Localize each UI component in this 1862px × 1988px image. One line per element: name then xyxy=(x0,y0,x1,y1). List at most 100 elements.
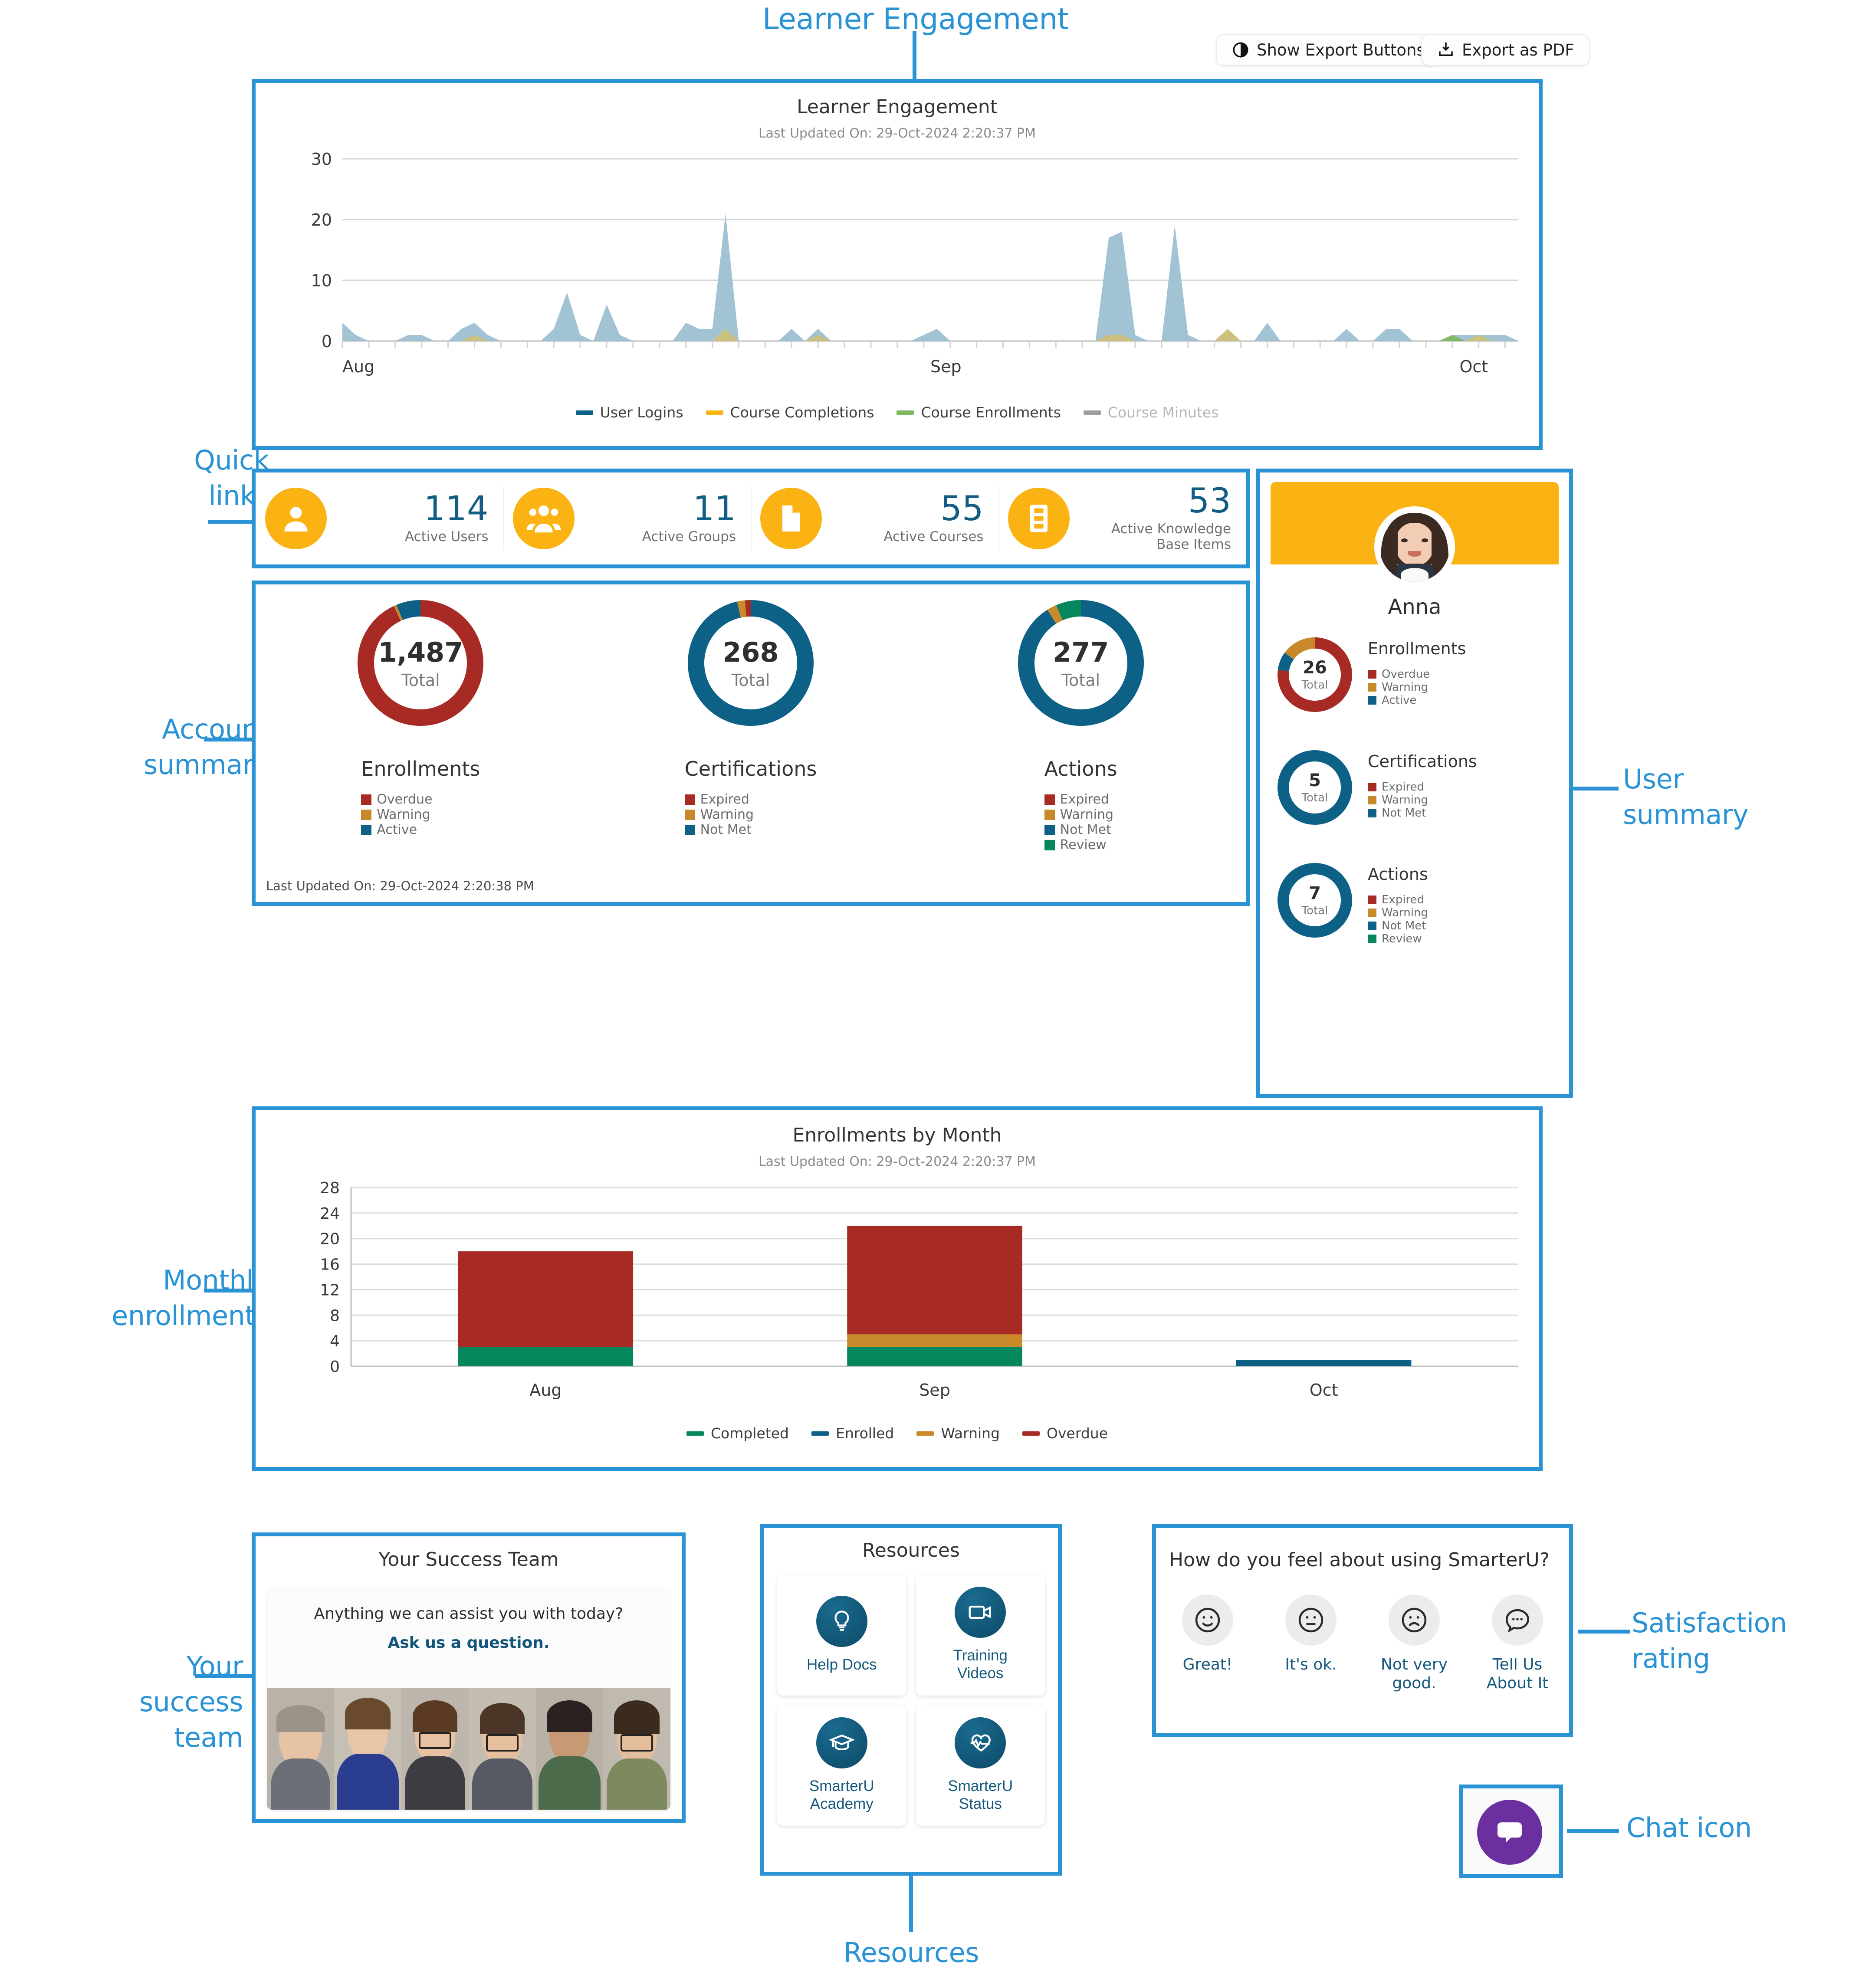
show-export-buttons-button[interactable]: Show Export Buttons xyxy=(1216,34,1441,66)
satisfaction-option-great[interactable]: Great! xyxy=(1164,1594,1251,1674)
quick-link-active-groups[interactable]: 11 Active Groups xyxy=(503,472,751,564)
resources-title: Resources xyxy=(862,1539,960,1562)
account-donut-actions[interactable]: 277 Total Actions Expired Warning Not Met Revi… xyxy=(916,600,1246,853)
donut-legend-item: Warning xyxy=(1368,794,1552,807)
bar-segment[interactable] xyxy=(847,1226,1022,1335)
smiley-sad-icon xyxy=(1389,1594,1440,1646)
legend-swatch xyxy=(916,1431,934,1436)
user-donut-actions[interactable]: 7 Total Actions Expired Warning Not Met Review xyxy=(1260,863,1569,945)
x-axis-tick: Sep xyxy=(919,1381,950,1400)
download-icon xyxy=(1439,42,1453,56)
annotation-resources: Resources xyxy=(843,1937,979,1968)
user-donut-enrollments[interactable]: 26 Total Enrollments Overdue Warning Active xyxy=(1260,637,1569,712)
legend-swatch xyxy=(684,809,695,820)
ask-us-a-question-link[interactable]: Ask us a question. xyxy=(267,1634,670,1652)
account-donut-enrollments[interactable]: 1,487 Total Enrollments Overdue Warning Activ… xyxy=(256,600,586,853)
donut-total-label: Total xyxy=(401,670,440,690)
legend-label: Warning xyxy=(1382,794,1428,807)
annotation-user-summary: User summary xyxy=(1623,763,1749,830)
satisfaction-card: How do you feel about using SmarterU? Gr… xyxy=(1152,1524,1573,1737)
annotation-account-summary: Account summary xyxy=(143,713,269,781)
avatar[interactable] xyxy=(1374,506,1455,587)
quick-link-active-knowledge-base-items[interactable]: 53 Active Knowledge Base Items xyxy=(998,472,1246,564)
resource-tile-training-videos[interactable]: Training Videos xyxy=(916,1575,1045,1696)
legend-swatch xyxy=(686,1431,704,1436)
legend-label: User Logins xyxy=(600,404,683,421)
annotation-monthly-enrollments: Monthly enrollments xyxy=(112,1264,269,1332)
satisfaction-option-tell-us-about-it[interactable]: Tell Us About It xyxy=(1474,1594,1561,1693)
legend-label: Completed xyxy=(710,1425,789,1442)
satisfaction-option-label: Tell Us About It xyxy=(1486,1656,1549,1693)
annotation-leader-monthly-enrollments xyxy=(204,1289,256,1293)
learner-engagement-card: Learner Engagement Last Updated On: 29-O… xyxy=(252,79,1543,450)
donut-total-value: 5 xyxy=(1309,771,1321,791)
legend-item-user-logins[interactable]: User Logins xyxy=(575,404,683,421)
donut-legend: Actions Expired Warning Not Met Review xyxy=(1368,863,1552,945)
legend-label: Not Met xyxy=(1382,919,1426,932)
donut-legend-item: Not Met xyxy=(1368,807,1552,820)
legend-label: Overdue xyxy=(377,792,433,807)
legend-swatch xyxy=(1044,794,1055,805)
bar-segment[interactable] xyxy=(458,1347,634,1366)
smiley-happy-icon xyxy=(1182,1594,1233,1646)
legend-label: Enrolled xyxy=(835,1425,894,1442)
donut-total-label: Total xyxy=(1061,670,1100,690)
user-name: Anna xyxy=(1388,595,1442,619)
export-as-pdf-button[interactable]: Export as PDF xyxy=(1421,34,1590,66)
learner-engagement-plot[interactable]: 0 10 20 30 Aug Sep Oct xyxy=(269,150,1527,384)
legend-item-course-completions[interactable]: Course Completions xyxy=(706,404,874,421)
quick-link-label: Active Groups xyxy=(642,529,736,545)
resource-tile-smarteru-status[interactable]: SmarterU Status xyxy=(916,1705,1045,1826)
bar-segment[interactable] xyxy=(458,1251,634,1347)
satisfaction-option-it-s-ok[interactable]: It's ok. xyxy=(1268,1594,1354,1674)
resources-grid: Help Docs Training Videos SmarterU Academy… xyxy=(764,1575,1058,1826)
y-axis-tick: 24 xyxy=(320,1205,340,1223)
legend-swatch xyxy=(361,794,372,805)
satisfaction-option-label: Not very good. xyxy=(1380,1656,1448,1693)
quick-link-label: Active Knowledge Base Items xyxy=(1111,521,1231,552)
donut-legend-title: Actions xyxy=(1044,757,1117,781)
legend-label: Not Met xyxy=(700,822,752,837)
y-axis-tick: 10 xyxy=(311,271,332,290)
enrollments-by-month-plot[interactable]: 0 4 8 12 16 20 24 28 Aug Sep Oct xyxy=(269,1180,1527,1410)
user-donut-certifications[interactable]: 5 Total Certifications Expired Warning Not Me… xyxy=(1260,750,1569,825)
satisfaction-question: How do you feel about using SmarterU? xyxy=(1169,1549,1550,1571)
resource-tile-help-docs[interactable]: Help Docs xyxy=(777,1575,906,1696)
satisfaction-option-not-very-good[interactable]: Not very good. xyxy=(1371,1594,1458,1693)
legend-swatch xyxy=(811,1431,829,1436)
donut-legend-title: Enrollments xyxy=(361,757,480,781)
donut-legend-item: Not Met xyxy=(1368,919,1552,932)
account-donut-certifications[interactable]: 268 Total Certifications Expired Warning Not … xyxy=(586,600,916,853)
bar-segment[interactable] xyxy=(847,1347,1022,1366)
legend-item-course-minutes[interactable]: Course Minutes xyxy=(1083,404,1218,421)
legend-item-warning[interactable]: Warning xyxy=(916,1425,1000,1442)
legend-item-enrolled[interactable]: Enrolled xyxy=(811,1425,894,1442)
lightbulb-icon xyxy=(816,1595,867,1647)
legend-swatch xyxy=(1368,896,1376,904)
quick-link-value: 114 xyxy=(424,489,489,529)
book-icon xyxy=(1008,488,1070,549)
legend-item-overdue[interactable]: Overdue xyxy=(1022,1425,1108,1442)
quick-link-active-courses[interactable]: 55 Active Courses xyxy=(751,472,998,564)
y-axis-tick: 12 xyxy=(320,1281,340,1299)
legend-label: Expired xyxy=(1382,781,1425,794)
legend-item-completed[interactable]: Completed xyxy=(686,1425,789,1442)
resource-tile-smarteru-academy[interactable]: SmarterU Academy xyxy=(777,1705,906,1826)
legend-swatch xyxy=(684,794,695,805)
legend-item-course-enrollments[interactable]: Course Enrollments xyxy=(897,404,1061,421)
bar-segment[interactable] xyxy=(847,1334,1022,1347)
folder-icon xyxy=(760,488,822,549)
learner-engagement-title: Learner Engagement xyxy=(797,96,998,118)
annotation-your-success-team: Your success team xyxy=(139,1650,243,1753)
donut-legend-item: Expired xyxy=(1368,781,1552,794)
chat-button[interactable] xyxy=(1477,1800,1542,1865)
donut-legend-item: Not Met xyxy=(1044,822,1117,837)
satisfaction-option-label: Great! xyxy=(1182,1656,1233,1673)
donut-legend-title: Enrollments xyxy=(1368,639,1466,658)
legend-swatch xyxy=(1368,696,1376,705)
legend-swatch xyxy=(1368,670,1376,679)
donut-legend-item: Review xyxy=(1368,932,1552,945)
bar-segment[interactable] xyxy=(1236,1360,1412,1366)
quick-link-active-users[interactable]: 114 Active Users xyxy=(256,472,503,564)
legend-swatch xyxy=(1044,840,1055,850)
